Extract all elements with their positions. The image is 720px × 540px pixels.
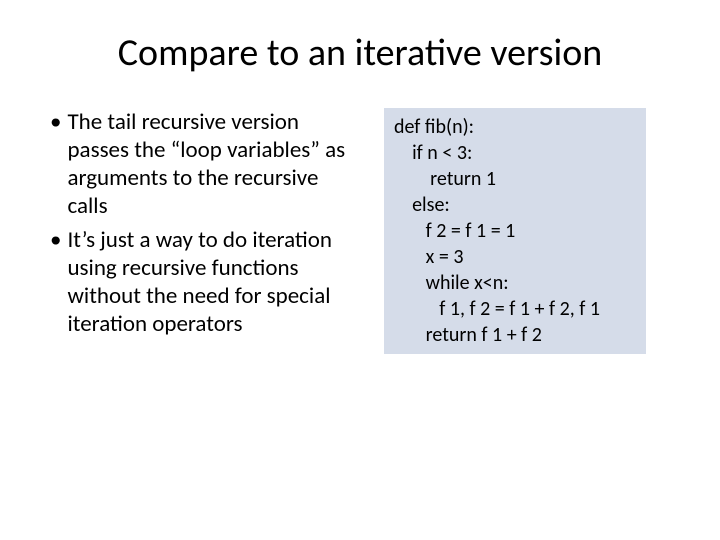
- bullet-text: The tail recursive version passes the “l…: [67, 108, 360, 220]
- list-item: • It’s just a way to do iteration using …: [50, 226, 360, 338]
- bullet-text: It’s just a way to do iteration using re…: [67, 226, 360, 338]
- bullet-dot-icon: •: [50, 108, 67, 220]
- code-column: def fib(n): if n < 3: return 1 else: f 2…: [384, 108, 670, 354]
- slide: Compare to an iterative version • The ta…: [0, 0, 720, 540]
- code-block: def fib(n): if n < 3: return 1 else: f 2…: [384, 108, 646, 354]
- list-item: • The tail recursive version passes the …: [50, 108, 360, 220]
- slide-body: • The tail recursive version passes the …: [50, 108, 670, 354]
- bullet-dot-icon: •: [50, 226, 67, 338]
- bullet-list: • The tail recursive version passes the …: [50, 108, 360, 354]
- slide-title: Compare to an iterative version: [50, 30, 670, 76]
